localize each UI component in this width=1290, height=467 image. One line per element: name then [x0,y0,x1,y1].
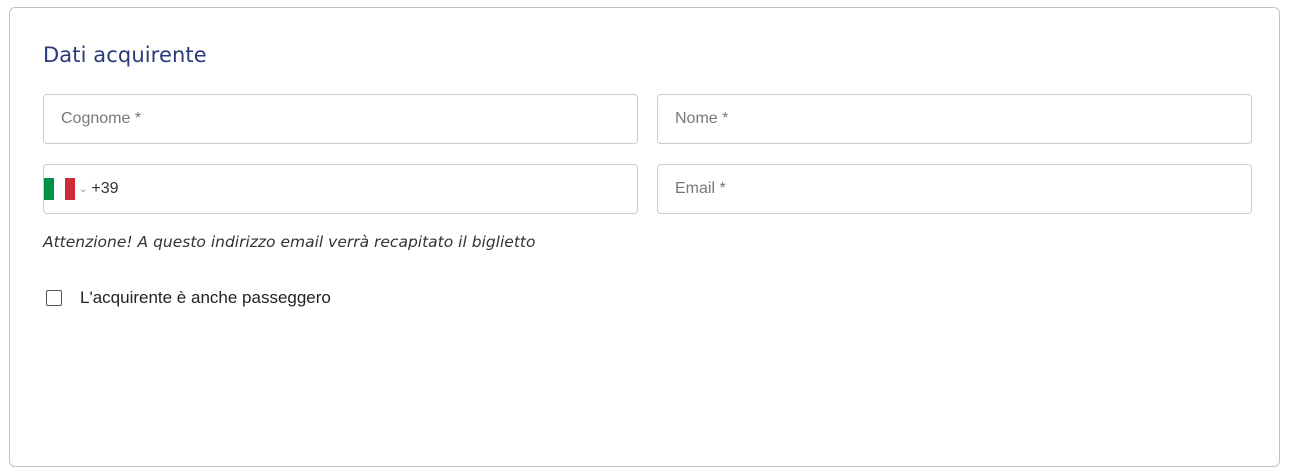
surname-field[interactable] [43,94,638,144]
chevron-down-icon: ⌄ [79,183,88,195]
country-code-selector[interactable]: ⌄ [44,165,91,213]
phone-input[interactable] [120,165,637,213]
surname-input[interactable] [44,95,637,143]
phone-field[interactable]: ⌄ +39 [43,164,638,214]
checkbox-label: L'acquirente è anche passeggero [80,288,331,307]
email-field[interactable] [657,164,1252,214]
buyer-is-passenger-option[interactable]: L'acquirente è anche passeggero [46,288,331,308]
dial-code: +39 [91,180,119,197]
italy-flag-icon [44,178,75,200]
email-input[interactable] [658,165,1251,213]
first-name-field[interactable] [657,94,1252,144]
email-notice: Attenzione! A questo indirizzo email ver… [43,233,536,251]
section-title: Dati acquirente [43,43,207,67]
buyer-is-passenger-checkbox[interactable] [46,290,62,306]
first-name-input[interactable] [658,95,1251,143]
